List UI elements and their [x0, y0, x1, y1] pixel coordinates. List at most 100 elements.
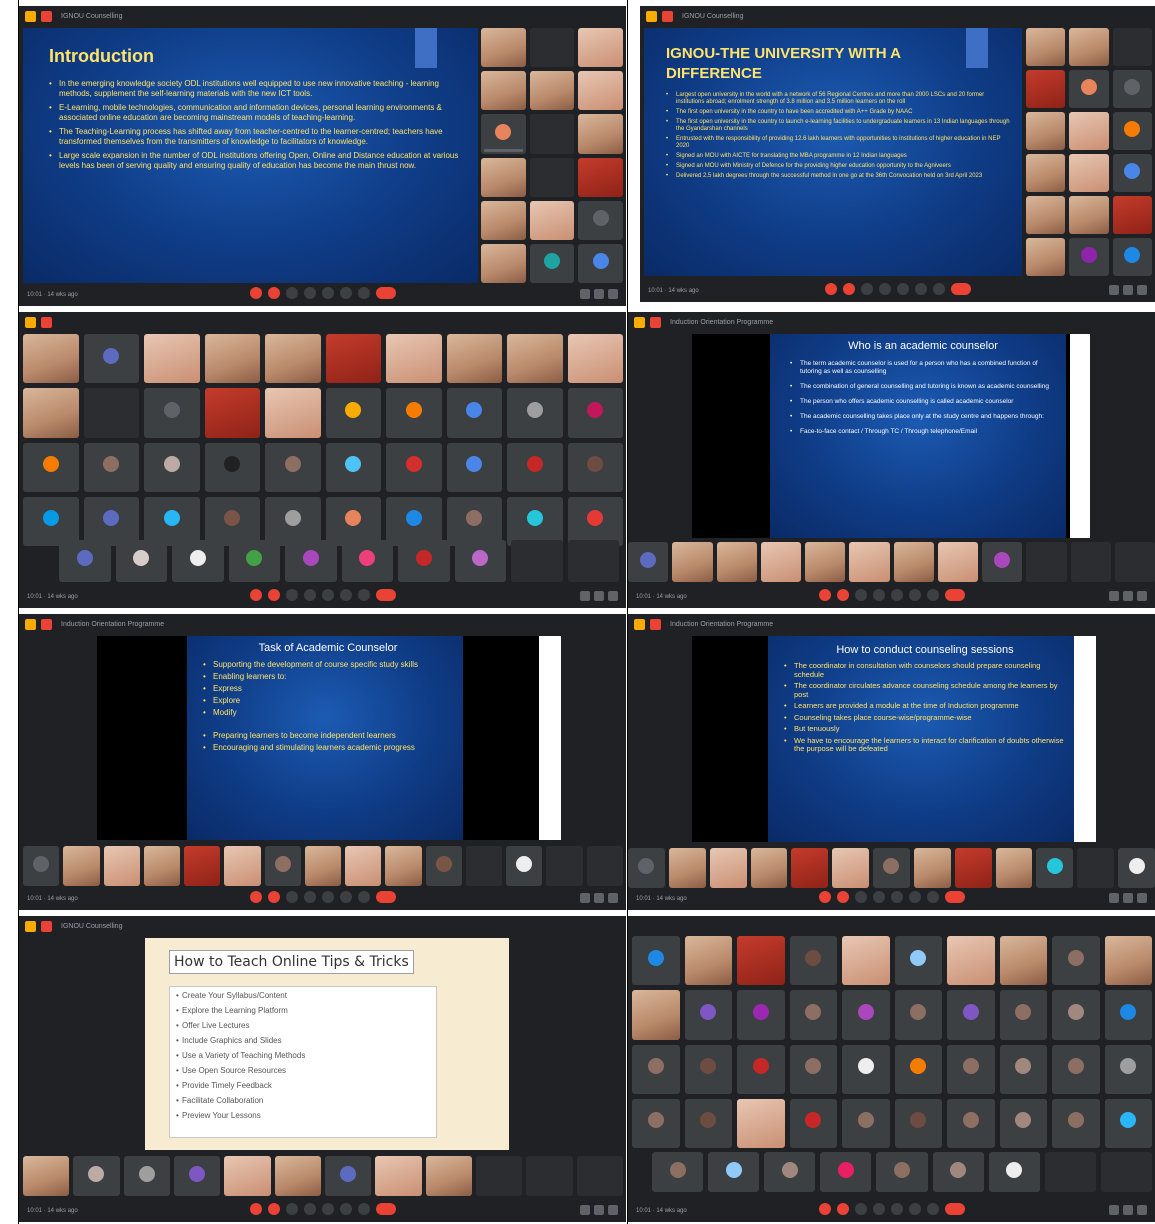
participant-tile[interactable]	[481, 243, 526, 283]
participant-tile[interactable]	[529, 28, 575, 68]
participant-tile[interactable]	[204, 388, 260, 438]
participant-tile[interactable]	[684, 990, 732, 1040]
participant-tile[interactable]	[947, 936, 995, 986]
participant-tile[interactable]	[1026, 28, 1066, 66]
participant-tile[interactable]	[481, 200, 526, 240]
participant-tile[interactable]	[265, 442, 321, 492]
participant-tile[interactable]	[672, 542, 713, 582]
participant-tile[interactable]	[684, 936, 732, 986]
mic-off-icon[interactable]	[249, 891, 262, 903]
leave-call-button[interactable]	[375, 1203, 396, 1215]
participant-tile[interactable]	[576, 1156, 623, 1196]
participant-tile[interactable]	[398, 540, 450, 582]
participant-tile[interactable]	[446, 496, 502, 546]
participant-tile[interactable]	[1069, 28, 1109, 66]
participant-tile[interactable]	[684, 1044, 732, 1094]
people-icon[interactable]	[594, 591, 604, 601]
participant-tile[interactable]	[465, 846, 503, 886]
participant-tile[interactable]	[475, 1156, 523, 1196]
more-options-icon[interactable]	[357, 589, 370, 601]
participant-tile[interactable]	[265, 496, 321, 546]
participant-tile[interactable]	[446, 442, 502, 492]
participant-tile[interactable]	[894, 1044, 942, 1094]
participant-tile[interactable]	[23, 388, 79, 438]
participant-tile[interactable]	[578, 28, 623, 68]
participant-tile[interactable]	[529, 71, 575, 111]
participant-tile[interactable]	[204, 496, 260, 546]
chat-icon[interactable]	[1137, 591, 1147, 601]
participant-tile[interactable]	[83, 496, 139, 546]
participant-tile[interactable]	[1026, 542, 1067, 582]
participant-tile[interactable]	[204, 442, 260, 492]
reactions-icon[interactable]	[878, 283, 891, 295]
participant-tile[interactable]	[446, 334, 502, 384]
participant-tile[interactable]	[529, 114, 575, 154]
participant-tile[interactable]	[83, 334, 139, 384]
participant-tile[interactable]	[173, 1156, 221, 1196]
participant-tile[interactable]	[995, 848, 1033, 888]
camera-off-icon[interactable]	[836, 891, 849, 903]
reactions-icon[interactable]	[303, 1203, 316, 1215]
participant-tile[interactable]	[172, 540, 224, 582]
participant-tile[interactable]	[820, 1152, 872, 1192]
participant-tile[interactable]	[1052, 1044, 1100, 1094]
participant-tile[interactable]	[23, 1156, 70, 1196]
participant-tile[interactable]	[123, 1156, 170, 1196]
participant-tile[interactable]	[894, 936, 942, 986]
participant-tile[interactable]	[144, 442, 200, 492]
participant-tile[interactable]	[876, 1152, 928, 1192]
participant-tile[interactable]	[529, 243, 575, 283]
participant-tile[interactable]	[386, 442, 442, 492]
camera-off-icon[interactable]	[267, 891, 280, 903]
participant-tile[interactable]	[481, 28, 526, 68]
more-options-icon[interactable]	[357, 287, 370, 299]
participant-tile[interactable]	[506, 846, 543, 886]
participant-tile[interactable]	[1104, 936, 1152, 986]
participant-tile[interactable]	[1026, 196, 1066, 234]
participant-tile[interactable]	[578, 243, 623, 283]
present-icon[interactable]	[321, 891, 334, 903]
present-icon[interactable]	[321, 589, 334, 601]
info-icon[interactable]	[1109, 591, 1119, 601]
participant-tile[interactable]	[341, 540, 393, 582]
participant-tile[interactable]	[937, 542, 978, 582]
mic-off-icon[interactable]	[824, 283, 837, 295]
participant-tile[interactable]	[805, 542, 846, 582]
participant-tile[interactable]	[578, 200, 623, 240]
participant-tile[interactable]	[144, 388, 200, 438]
present-icon[interactable]	[890, 589, 903, 601]
raise-hand-icon[interactable]	[908, 589, 921, 601]
participant-tile[interactable]	[1069, 70, 1109, 108]
participant-tile[interactable]	[511, 540, 563, 582]
participant-tile[interactable]	[737, 936, 785, 986]
participant-tile[interactable]	[83, 388, 139, 438]
raise-hand-icon[interactable]	[908, 891, 921, 903]
info-icon[interactable]	[580, 1205, 590, 1215]
camera-off-icon[interactable]	[842, 283, 855, 295]
participant-tile[interactable]	[737, 1044, 785, 1094]
participant-tile[interactable]	[632, 990, 680, 1040]
participant-tile[interactable]	[285, 540, 337, 582]
participant-tile[interactable]	[1112, 112, 1152, 150]
participant-tile[interactable]	[224, 846, 261, 886]
captions-icon[interactable]	[860, 283, 873, 295]
participant-tile[interactable]	[632, 936, 680, 986]
participant-tile[interactable]	[652, 1152, 704, 1192]
participant-tile[interactable]	[789, 1098, 837, 1148]
participant-tile[interactable]	[1069, 238, 1109, 276]
participant-tile[interactable]	[1036, 848, 1074, 888]
present-icon[interactable]	[896, 283, 909, 295]
mic-off-icon[interactable]	[818, 589, 831, 601]
info-icon[interactable]	[580, 289, 590, 299]
participant-tile[interactable]	[708, 1152, 760, 1192]
participant-tile[interactable]	[578, 71, 623, 111]
participant-tile[interactable]	[224, 1156, 271, 1196]
participant-tile[interactable]	[999, 1098, 1047, 1148]
leave-call-button[interactable]	[944, 1203, 965, 1215]
participant-tile[interactable]	[546, 846, 583, 886]
present-icon[interactable]	[890, 891, 903, 903]
participant-tile[interactable]	[1112, 70, 1152, 108]
more-options-icon[interactable]	[926, 589, 939, 601]
camera-off-icon[interactable]	[267, 1203, 280, 1215]
participant-tile[interactable]	[304, 846, 342, 886]
